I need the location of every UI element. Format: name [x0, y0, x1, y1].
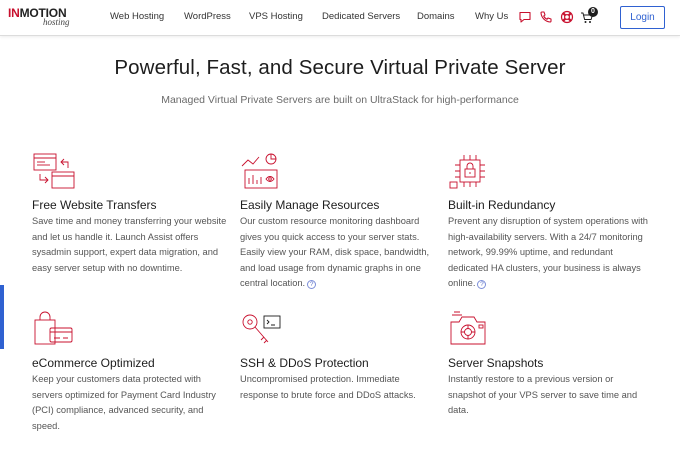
nav-wordpress[interactable]: WordPress [184, 11, 231, 22]
feature-title: Easily Manage Resources [240, 198, 380, 212]
logo-subtext: hosting [43, 17, 70, 27]
nav-domains[interactable]: Domains [417, 11, 455, 22]
lifebuoy-icon[interactable] [560, 10, 574, 24]
help-question-icon[interactable]: ? [477, 280, 487, 290]
key-terminal-icon [242, 314, 281, 344]
feature-description: Prevent any disruption of system operati… [448, 216, 648, 290]
nav-vps-hosting[interactable]: VPS Hosting [249, 11, 303, 22]
cart-count-badge: 0 [588, 7, 598, 17]
feature-title: Free Website Transfers [32, 198, 157, 212]
website-transfer-icon [33, 153, 75, 189]
inmotion-logo[interactable]: INMOTION hosting [5, 6, 85, 30]
feature-description: Our custom resource monitoring dashboard… [240, 216, 430, 290]
redundancy-chip-icon [449, 155, 485, 189]
help-question-icon[interactable]: ? [307, 280, 317, 290]
feature-title: Built-in Redundancy [448, 198, 556, 212]
nav-web-hosting[interactable]: Web Hosting [110, 11, 164, 22]
nav-why-us[interactable]: Why Us [475, 11, 508, 22]
site-header: INMOTION hosting Web Hosting WordPress V… [0, 0, 680, 36]
feature-title: eCommerce Optimized [32, 356, 155, 370]
shopping-bag-card-icon [34, 311, 73, 345]
nav-dedicated-servers[interactable]: Dedicated Servers [322, 11, 400, 22]
feature-title: Server Snapshots [448, 356, 544, 370]
feature-description: Keep your customers data protected with … [32, 374, 216, 431]
feedback-side-tab[interactable] [0, 285, 4, 349]
page-subtitle: Managed Virtual Private Servers are buil… [161, 94, 519, 106]
feature-description: Uncompromised protection. Immediate resp… [240, 374, 416, 400]
feature-title: SSH & DDoS Protection [240, 356, 369, 370]
resource-graph-icon [241, 153, 278, 189]
feature-description: Save time and money transferring your we… [32, 216, 227, 273]
phone-icon[interactable] [539, 10, 553, 24]
login-button[interactable]: Login [620, 6, 665, 29]
feature-description: Instantly restore to a previous version … [448, 374, 638, 416]
camera-snapshot-icon [450, 311, 486, 345]
chat-icon[interactable] [518, 10, 532, 24]
page-title: Powerful, Fast, and Secure Virtual Priva… [114, 56, 566, 79]
